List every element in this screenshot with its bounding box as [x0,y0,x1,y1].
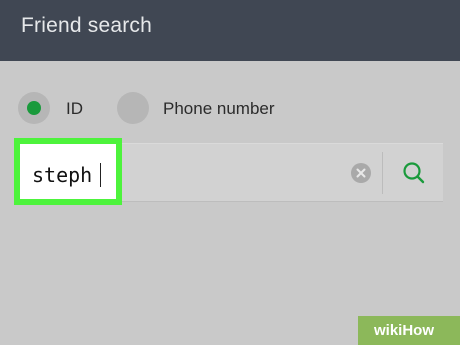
app-header: Friend search [0,0,460,61]
page-title: Friend search [21,14,152,37]
radio-button-id[interactable] [18,92,50,124]
text-caret [100,163,101,187]
wikihow-watermark: wikiHow [358,316,460,345]
search-bar [14,138,443,205]
radio-label-id: ID [66,99,83,118]
radio-button-phone-number[interactable] [117,92,149,124]
search-icon [403,162,425,184]
search-input-highlight[interactable] [14,138,122,205]
watermark-text: wikiHow [374,322,435,339]
search-type-selector: ID Phone number [18,92,458,126]
search-button[interactable] [394,154,434,192]
search-field[interactable] [14,138,380,205]
radio-selected-dot [27,101,41,115]
radio-label-phone-number: Phone number [163,99,275,118]
search-divider [382,152,383,194]
clear-icon[interactable] [351,163,371,183]
